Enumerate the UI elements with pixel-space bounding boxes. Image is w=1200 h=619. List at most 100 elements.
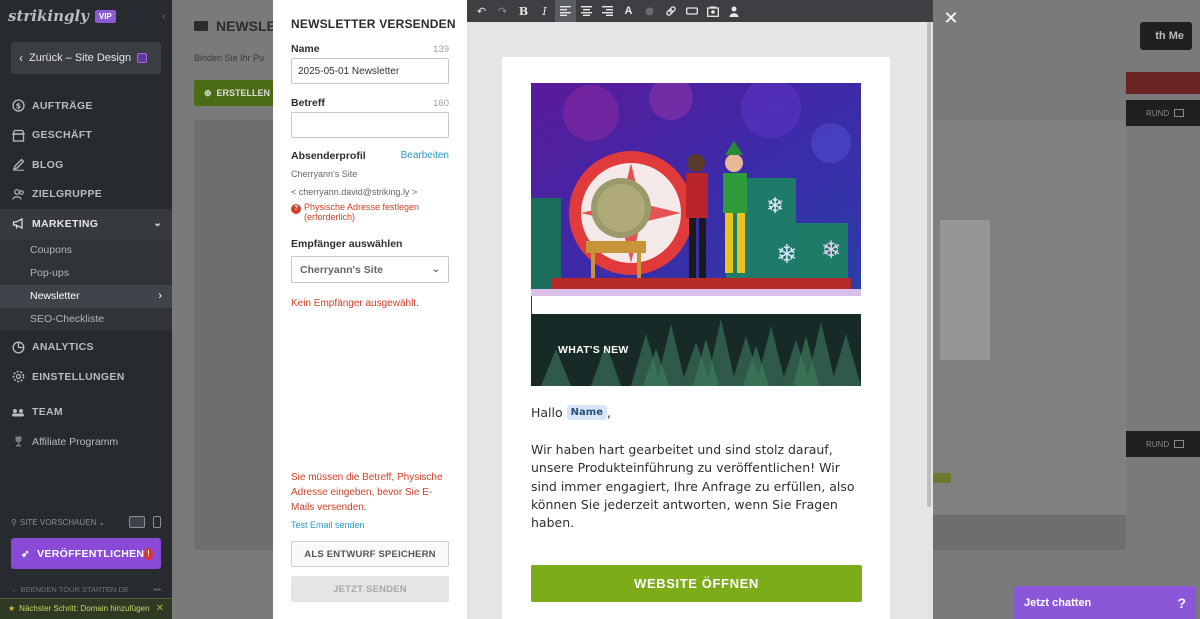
subject-input[interactable] <box>291 112 449 138</box>
bold-icon[interactable]: B <box>513 0 534 22</box>
recipients-select[interactable]: Cherryann's Site ⌄ <box>291 256 449 283</box>
send-now-button[interactable]: JETZT SENDEN <box>291 576 449 602</box>
rocket-icon: ➶ <box>21 547 31 560</box>
collapse-sidebar-icon[interactable]: ‹ <box>162 9 166 23</box>
subject-char-count: 160 <box>433 98 449 109</box>
pen-icon <box>11 158 25 172</box>
chevron-left-icon: ‹ <box>19 51 23 65</box>
recipients-label: Empfänger auswählen <box>291 238 403 250</box>
send-test-email-link[interactable]: Test Email senden <box>291 520 365 530</box>
close-icon[interactable]: ✕ <box>156 604 164 614</box>
align-left-icon[interactable] <box>555 0 576 22</box>
megaphone-icon <box>11 217 25 231</box>
logo[interactable]: strikingly <box>8 7 89 25</box>
sidebar-subitem-label: Coupons <box>30 244 73 256</box>
text-color-icon[interactable] <box>639 0 660 22</box>
tour-row: ← BEENDEN TOUR STARTEN DE ••• <box>11 585 161 594</box>
desktop-icon[interactable] <box>129 516 145 528</box>
edit-sender-link[interactable]: Bearbeiten <box>401 150 449 161</box>
gear-icon <box>11 370 25 384</box>
team-icon <box>11 405 25 419</box>
users-icon <box>11 187 25 201</box>
chevron-down-icon: ⌄ <box>431 264 440 275</box>
envelope-icon <box>194 21 208 31</box>
sidebar-item-orders[interactable]: $ AUFTRÄGE <box>0 91 172 121</box>
template-accent <box>933 473 951 483</box>
greeting-punctuation: , <box>606 405 611 420</box>
editor-toolbar: ↶ ↷ B I A <box>467 0 933 22</box>
sidebar-item-blog[interactable]: BLOG <box>0 150 172 180</box>
publish-label: VERÖFFENTLICHEN <box>37 547 145 560</box>
back-to-site-design-button[interactable]: ‹ Zurück – Site Design <box>11 42 161 74</box>
create-newsletter-button[interactable]: ⊕ ERSTELLEN <box>194 80 274 106</box>
greeting[interactable]: Hallo Name , <box>531 405 611 420</box>
italic-icon[interactable]: I <box>534 0 555 22</box>
email-preview: ❄ ❄ ❄ WHAT'S NEW Hallo Name , Wir haben … <box>502 57 890 619</box>
top-right-button[interactable]: th Me <box>1140 22 1192 50</box>
image-icon <box>1174 109 1185 117</box>
sidebar-item-team[interactable]: TEAM <box>0 398 172 428</box>
sidebar-nav: $ AUFTRÄGE GESCHÄFT BLOG ZIELGRUPPE MARK… <box>0 91 172 457</box>
hero-image[interactable]: ❄ ❄ ❄ <box>531 83 861 296</box>
sidebar-item-analytics[interactable]: ANALYTICS <box>0 333 172 363</box>
address-warning-link[interactable]: ? Physische Adresse festlegen (erforderl… <box>291 202 451 222</box>
align-center-icon[interactable] <box>576 0 597 22</box>
sidebar-subitem-coupons[interactable]: Coupons <box>0 238 172 262</box>
button-icon[interactable] <box>681 0 702 22</box>
sidebar-item-store[interactable]: GESCHÄFT <box>0 121 172 151</box>
background-button-label: RUND <box>1146 439 1170 449</box>
newsletter-form: NEWSLETTER VERSENDEN Name 139 2025-05-01… <box>273 0 467 619</box>
whats-new-banner[interactable]: WHAT'S NEW <box>531 314 861 386</box>
sidebar-subitem-newsletter[interactable]: Newsletter › <box>0 284 172 308</box>
undo-icon[interactable]: ↶ <box>471 0 492 22</box>
vip-badge: VIP <box>94 9 116 23</box>
open-website-button[interactable]: WEBSITE ÖFFNEN <box>531 565 862 602</box>
help-icon: ? <box>1177 594 1186 611</box>
save-draft-button[interactable]: ALS ENTWURF SPEICHERN <box>291 541 449 567</box>
sidebar-item-label: EINSTELLUNGEN <box>32 370 125 383</box>
device-toggle <box>129 516 161 528</box>
sidebar-subitem-label: SEO-Checkliste <box>30 313 105 325</box>
warning-badge: ! <box>144 547 153 560</box>
sender-email: < cherryann.david@striking.ly > <box>291 187 418 197</box>
editor-scrollbar[interactable] <box>927 22 931 507</box>
sidebar-subitem-popups[interactable]: Pop-ups <box>0 261 172 285</box>
recipients-selected-value: Cherryann's Site <box>300 263 384 276</box>
mobile-icon[interactable] <box>153 516 161 528</box>
publish-button[interactable]: ➶ VERÖFFENTLICHEN ! <box>11 538 161 569</box>
sidebar-subitem-label: Newsletter <box>30 290 80 302</box>
link-icon[interactable] <box>660 0 681 22</box>
tour-links[interactable]: ← BEENDEN TOUR STARTEN DE <box>11 585 129 594</box>
sidebar-item-label: ZIELGRUPPE <box>32 188 103 201</box>
question-icon: ? <box>291 204 301 214</box>
template-thumbnail <box>940 220 990 360</box>
close-modal-icon[interactable]: ✕ <box>943 8 959 28</box>
sidebar-item-label: MARKETING <box>32 217 99 230</box>
chat-widget-button[interactable]: Jetzt chatten ? <box>1014 586 1196 619</box>
chevron-right-icon: › <box>158 290 162 302</box>
sidebar-item-audience[interactable]: ZIELGRUPPE <box>0 180 172 210</box>
background-button-2[interactable]: RUND <box>1126 431 1200 457</box>
redo-icon[interactable]: ↷ <box>492 0 513 22</box>
name-merge-tag[interactable]: Name <box>566 405 607 420</box>
search-icon: ⚲ <box>11 517 17 527</box>
sidebar-item-affiliate[interactable]: Affiliate Programm <box>0 427 172 457</box>
sidebar-subitem-seo-checklist[interactable]: SEO-Checkliste <box>0 307 172 331</box>
svg-text:❄: ❄ <box>776 240 798 270</box>
align-right-icon[interactable] <box>597 0 618 22</box>
sidebar-item-settings[interactable]: EINSTELLUNGEN <box>0 362 172 392</box>
background-button-label: RUND <box>1146 108 1170 118</box>
person-icon[interactable] <box>723 0 744 22</box>
name-input[interactable]: 2025-05-01 Newsletter <box>291 58 449 84</box>
image-icon[interactable] <box>702 0 723 22</box>
next-step-banner[interactable]: ★ Nächster Schritt: Domain hinzufügen ✕ <box>0 598 172 619</box>
font-size-icon[interactable]: A <box>618 0 639 22</box>
sidebar-item-label: BLOG <box>32 158 64 171</box>
site-preview-toggle[interactable]: SITE VORSCHAUEN <box>20 518 96 527</box>
svg-text:❄: ❄ <box>821 236 841 264</box>
background-button-1[interactable]: RUND <box>1126 100 1200 126</box>
sidebar-item-marketing[interactable]: MARKETING ⌄ <box>0 209 172 239</box>
email-body-text[interactable]: Wir haben hart gearbeitet und sind stolz… <box>531 441 861 532</box>
more-icon[interactable]: ••• <box>153 585 161 594</box>
alert-strip <box>1126 72 1200 94</box>
